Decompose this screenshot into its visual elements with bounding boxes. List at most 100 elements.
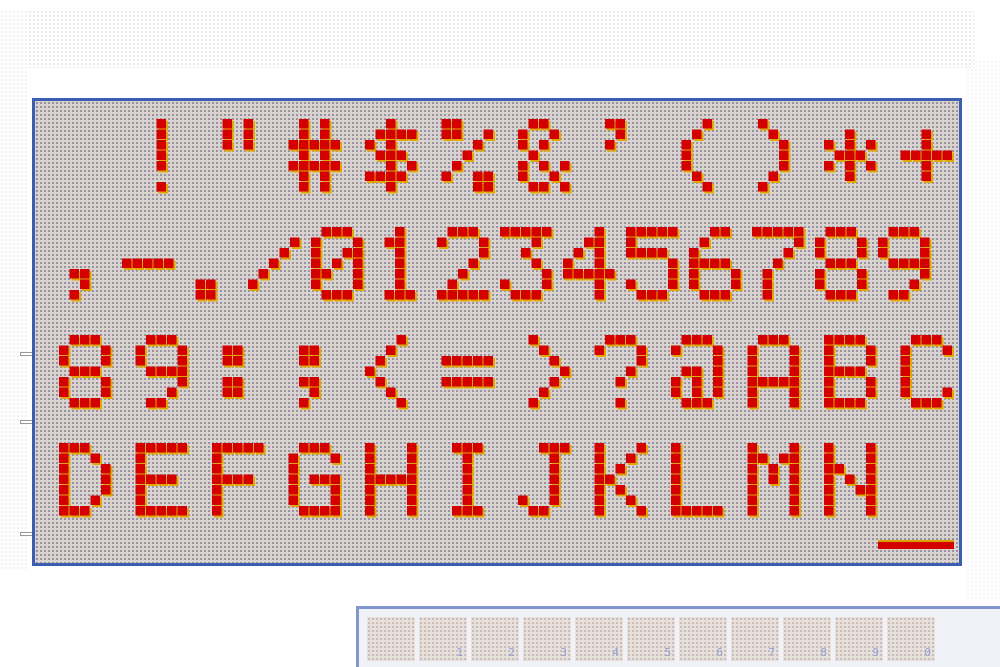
glyph-42[interactable] bbox=[824, 129, 878, 184]
pixel-on bbox=[311, 258, 321, 268]
glyph-64[interactable] bbox=[671, 335, 725, 410]
glyph-61[interactable] bbox=[441, 356, 496, 389]
preview-cell[interactable]: 8 bbox=[783, 617, 831, 661]
glyph-74[interactable] bbox=[518, 443, 572, 518]
glyph-51[interactable] bbox=[500, 227, 554, 302]
pixel-on bbox=[447, 290, 457, 300]
pixel-on bbox=[702, 398, 712, 408]
pixel-on bbox=[365, 506, 375, 516]
glyph-69[interactable] bbox=[135, 443, 190, 518]
preview-cell[interactable]: 6 bbox=[679, 617, 727, 661]
glyph-54[interactable] bbox=[689, 227, 743, 302]
glyph-50[interactable] bbox=[437, 227, 491, 302]
glyph-36[interactable] bbox=[365, 119, 419, 194]
glyph-47[interactable] bbox=[248, 237, 302, 292]
glyph-34[interactable] bbox=[222, 119, 256, 152]
glyph-60[interactable] bbox=[365, 335, 408, 410]
pixel-on bbox=[855, 335, 865, 345]
glyph-38[interactable] bbox=[518, 119, 572, 194]
pixel-on bbox=[332, 290, 342, 300]
glyph-53[interactable] bbox=[626, 227, 680, 302]
glyph-78[interactable] bbox=[824, 443, 878, 518]
pixel-on bbox=[539, 119, 549, 129]
pixel-on bbox=[143, 258, 153, 268]
glyph-57[interactable] bbox=[878, 227, 932, 302]
pixel-on bbox=[845, 150, 855, 160]
pixel-on bbox=[288, 161, 298, 171]
preview-cell[interactable]: 4 bbox=[575, 617, 623, 661]
glyph-56[interactable] bbox=[815, 227, 869, 302]
glyph-57[interactable] bbox=[135, 335, 190, 410]
pixel-on bbox=[768, 335, 778, 345]
pixel-on bbox=[212, 485, 222, 495]
pixel-on bbox=[626, 366, 636, 376]
glyph-35[interactable] bbox=[288, 119, 343, 194]
pixel-on bbox=[441, 377, 451, 387]
pixel-on bbox=[857, 248, 867, 258]
glyph-55[interactable] bbox=[752, 227, 806, 302]
pixel-on bbox=[909, 227, 919, 237]
preview-cell[interactable]: 1 bbox=[419, 617, 467, 661]
glyph-52[interactable] bbox=[563, 227, 617, 302]
preview-cell[interactable] bbox=[367, 617, 415, 661]
glyph-67[interactable] bbox=[900, 335, 955, 410]
preview-cell[interactable]: 5 bbox=[627, 617, 675, 661]
glyph-39[interactable] bbox=[605, 119, 627, 152]
glyph-37[interactable] bbox=[441, 119, 496, 194]
pixel-on bbox=[101, 345, 111, 355]
pixel-on bbox=[911, 398, 921, 408]
glyph-46[interactable] bbox=[195, 279, 218, 302]
glyph-45[interactable] bbox=[122, 258, 176, 271]
pixel-on bbox=[789, 506, 799, 516]
glyph-48[interactable] bbox=[311, 227, 365, 302]
right-dot-matrix-strip bbox=[966, 60, 1000, 600]
pixel-on bbox=[636, 506, 646, 516]
glyph-58[interactable] bbox=[222, 345, 245, 400]
glyph-49[interactable] bbox=[384, 227, 418, 302]
glyph-44[interactable] bbox=[69, 269, 92, 302]
pixel-on bbox=[365, 464, 375, 474]
preview-cell[interactable]: 7 bbox=[731, 617, 779, 661]
pixel-on bbox=[824, 356, 834, 366]
pixel-on bbox=[845, 366, 855, 376]
glyph-72[interactable] bbox=[365, 443, 419, 518]
lcd-display-panel[interactable] bbox=[32, 98, 962, 566]
preview-cell[interactable]: 0 bbox=[887, 617, 935, 661]
preview-cell[interactable]: 3 bbox=[523, 617, 571, 661]
glyph-59[interactable] bbox=[299, 345, 321, 410]
glyph-40[interactable] bbox=[681, 119, 715, 194]
glyph-68[interactable] bbox=[59, 443, 113, 518]
glyph-62[interactable] bbox=[528, 335, 572, 410]
pixel-on bbox=[845, 335, 855, 345]
glyph-63[interactable] bbox=[594, 335, 649, 410]
glyph-77[interactable] bbox=[747, 443, 802, 518]
pixel-on bbox=[615, 335, 625, 345]
preview-cell[interactable]: 2 bbox=[471, 617, 519, 661]
pixel-on bbox=[80, 506, 90, 516]
pixel-on bbox=[920, 237, 930, 247]
glyph-73[interactable] bbox=[452, 443, 485, 518]
glyph-43[interactable] bbox=[900, 129, 955, 184]
glyph-66[interactable] bbox=[824, 335, 878, 410]
glyph-71[interactable] bbox=[288, 443, 343, 518]
glyph-65[interactable] bbox=[747, 335, 802, 410]
pixel-on bbox=[395, 269, 405, 279]
glyph-33[interactable] bbox=[156, 119, 169, 194]
glyph-56[interactable] bbox=[59, 335, 113, 410]
pixel-on bbox=[815, 248, 825, 258]
pixel-on bbox=[153, 258, 163, 268]
pixel-on bbox=[768, 377, 778, 387]
preview-cell[interactable]: 9 bbox=[835, 617, 883, 661]
glyph-preview-strip[interactable]: 1 2 3 4 5 6 7 8 9 0 bbox=[356, 606, 1000, 667]
preview-cell-label: 3 bbox=[560, 646, 567, 659]
glyph-41[interactable] bbox=[758, 119, 791, 194]
pixel-on bbox=[473, 182, 483, 192]
glyph-75[interactable] bbox=[594, 443, 649, 518]
pixel-on bbox=[396, 474, 406, 484]
pixel-on bbox=[855, 150, 865, 160]
pixel-on bbox=[594, 227, 604, 237]
glyph-76[interactable] bbox=[671, 443, 725, 518]
pixel-on bbox=[462, 464, 472, 474]
glyph-70[interactable] bbox=[212, 443, 266, 518]
pixel-on bbox=[212, 495, 222, 505]
